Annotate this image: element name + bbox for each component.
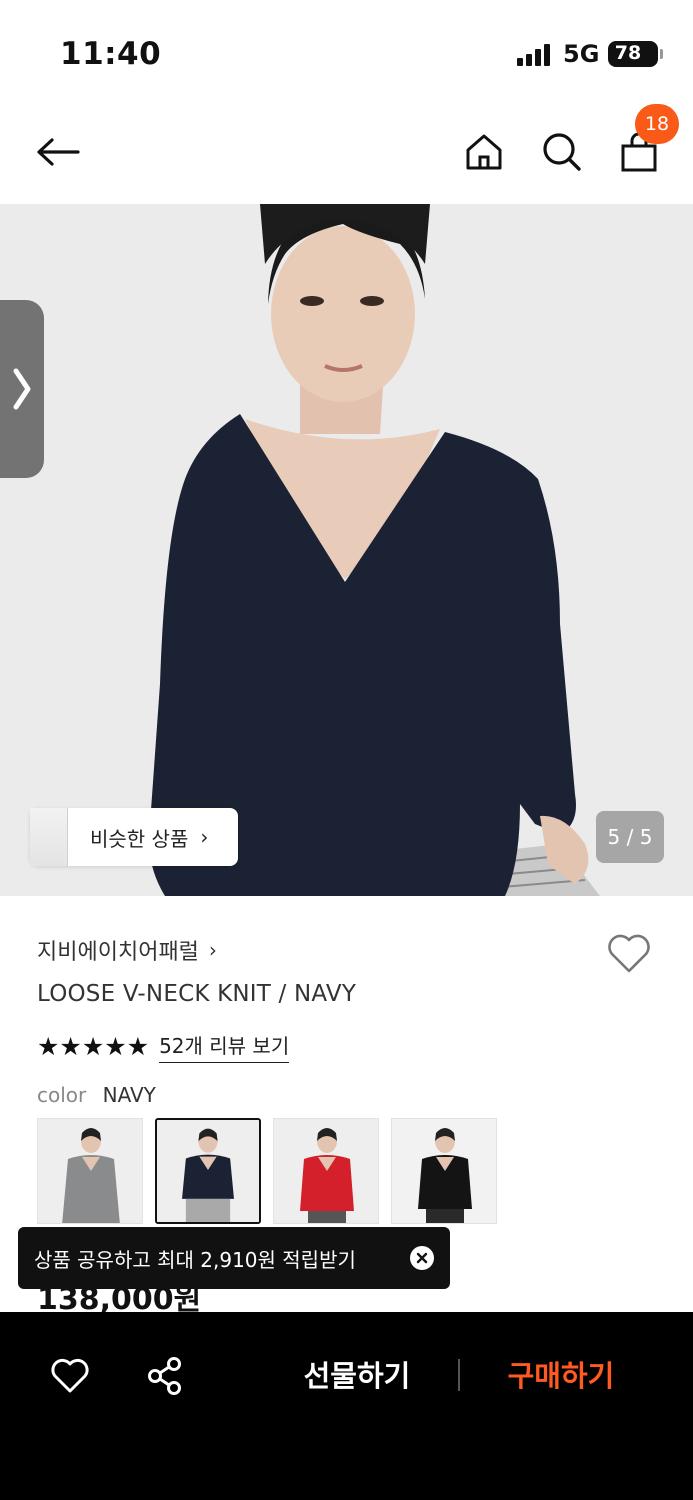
search-button[interactable] [532,122,592,182]
heart-icon [608,934,650,973]
chevron-right-icon: › [200,825,209,849]
color-swatch-navy[interactable] [155,1118,261,1224]
gift-button[interactable]: 선물하기 [290,1352,424,1400]
similar-products-button[interactable]: 비슷한 상품 › [30,808,238,866]
heart-icon [51,1358,89,1393]
home-button[interactable] [454,122,514,182]
chevron-right-icon: › [208,938,217,962]
color-swatch-red[interactable] [273,1118,379,1224]
status-time: 11:40 [60,36,162,72]
buy-button[interactable]: 구매하기 [494,1352,628,1400]
color-label: color [37,1083,87,1107]
similar-products-label: 비슷한 상품 [90,826,189,851]
back-button[interactable] [28,122,88,182]
share-button[interactable] [143,1354,187,1398]
color-value: NAVY [102,1083,156,1107]
product-image-carousel[interactable]: 5 / 5 [0,204,693,896]
product-title: LOOSE V-NECK KNIT / NAVY [37,981,357,1007]
toast-message: 상품 공유하고 최대 2,910원 적립받기 [34,1247,356,1272]
swatch-image [392,1119,496,1223]
brand-name: 지비에이치어패럴 [37,940,199,965]
color-swatch-black[interactable] [391,1118,497,1224]
top-nav [0,104,693,204]
share-reward-toast[interactable]: 상품 공유하고 최대 2,910원 적립받기 [18,1227,450,1289]
battery-icon: 78 [608,41,663,67]
chevron-right-icon [13,368,31,410]
close-button[interactable] [410,1246,434,1270]
rating-row: ★★★★★ 52개 리뷰 보기 [37,1030,290,1063]
color-swatches [37,1118,497,1224]
wishlist-button[interactable] [606,932,654,976]
network-type: 5G [563,40,600,68]
divider [458,1359,460,1391]
star-rating-icon: ★★★★★ [37,1032,150,1061]
bottom-wishlist-button[interactable] [48,1354,92,1398]
similar-thumbnail [30,808,68,866]
swatch-image [274,1119,378,1223]
battery-level: 78 [614,42,642,64]
color-swatch-gray[interactable] [37,1118,143,1224]
home-icon [466,134,502,170]
side-expand-tab[interactable] [0,300,44,478]
cellular-signal-icon [517,44,550,66]
cart-count-badge: 18 [635,104,679,144]
swatch-image [157,1120,259,1222]
search-icon [543,133,581,171]
product-photo [0,204,693,896]
review-link[interactable]: 52개 리뷰 보기 [159,1030,290,1063]
share-icon [148,1357,181,1395]
image-page-indicator: 5 / 5 [596,811,664,863]
back-arrow-icon [37,138,80,166]
swatch-image [38,1119,142,1223]
close-icon [416,1252,428,1264]
bottom-action-bar: 선물하기 구매하기 [0,1312,693,1500]
brand-link[interactable]: 지비에이치어패럴 › [37,934,217,966]
status-bar: 11:40 5G 78 [0,0,693,104]
color-row: color NAVY [37,1083,156,1107]
